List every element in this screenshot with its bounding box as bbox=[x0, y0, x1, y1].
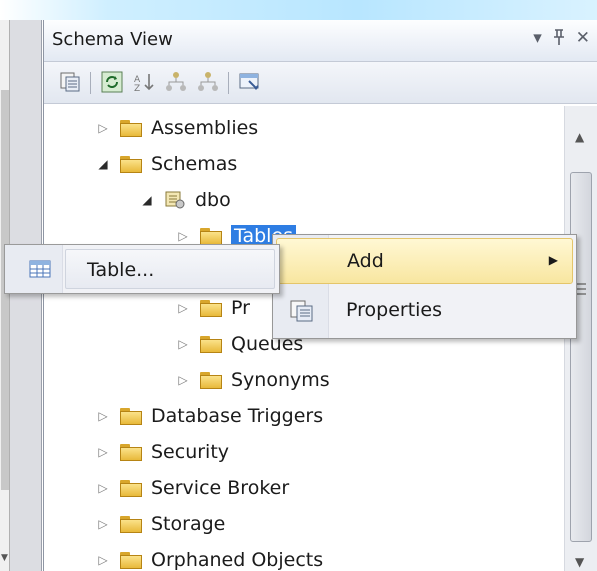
table-icon bbox=[29, 259, 51, 279]
menu-item-label: Properties bbox=[346, 299, 443, 321]
scroll-down-arrow-icon[interactable]: ▼ bbox=[1, 553, 8, 563]
folder-icon bbox=[120, 155, 142, 173]
sort-icon[interactable]: AZ bbox=[132, 70, 156, 94]
tree-item-service-broker[interactable]: ▷ Service Broker bbox=[94, 470, 289, 506]
tree-item-label: Orphaned Objects bbox=[151, 549, 324, 571]
tree-item-synonyms[interactable]: ▷ Synonyms bbox=[174, 362, 330, 398]
context-menu-item-properties[interactable]: Properties bbox=[276, 288, 573, 334]
expand-arrow-icon[interactable]: ▷ bbox=[94, 517, 112, 531]
close-icon[interactable]: ✕ bbox=[576, 28, 590, 51]
tree-item-label: Assemblies bbox=[151, 117, 259, 139]
expand-arrow-icon[interactable]: ▷ bbox=[174, 373, 192, 387]
schema-icon-1[interactable] bbox=[164, 70, 188, 94]
expand-arrow-icon[interactable]: ▷ bbox=[94, 481, 112, 495]
refresh-icon[interactable] bbox=[100, 70, 124, 94]
tree-item-label: Synonyms bbox=[231, 369, 330, 391]
menu-item-label: Add bbox=[347, 250, 384, 272]
expand-arrow-icon[interactable]: ▷ bbox=[94, 409, 112, 423]
tree-item-storage[interactable]: ▷ Storage bbox=[94, 506, 225, 542]
left-scrollbar[interactable]: ▼ bbox=[0, 20, 10, 571]
folder-icon bbox=[200, 371, 222, 389]
folder-icon bbox=[120, 119, 142, 137]
expand-arrow-icon[interactable]: ▷ bbox=[94, 553, 112, 567]
folder-icon bbox=[200, 227, 222, 245]
scroll-down-arrow-icon[interactable]: ▼ bbox=[575, 555, 584, 569]
expand-arrow-icon[interactable]: ▷ bbox=[174, 337, 192, 351]
context-menu: Add ▶ Properties bbox=[272, 234, 577, 339]
panel-title: Schema View bbox=[52, 29, 173, 50]
tree-item-label: dbo bbox=[195, 189, 231, 211]
tree-item-label: Security bbox=[151, 441, 230, 463]
collapse-arrow-icon[interactable]: ◢ bbox=[138, 193, 156, 207]
panel-controls: ▾ ✕ bbox=[533, 28, 590, 51]
svg-text:Z: Z bbox=[134, 84, 140, 94]
folder-icon bbox=[120, 551, 142, 569]
toolbar-separator bbox=[90, 72, 91, 94]
folder-icon bbox=[120, 515, 142, 533]
expand-arrow-icon[interactable]: ▷ bbox=[94, 121, 112, 135]
folder-icon bbox=[120, 407, 142, 425]
tree-item-schemas[interactable]: ◢ Schemas bbox=[94, 146, 237, 182]
add-submenu: Table... bbox=[4, 244, 280, 294]
scrollbar-thumb[interactable] bbox=[570, 172, 592, 542]
folder-icon bbox=[120, 479, 142, 497]
tree-item-dbo[interactable]: ◢ dbo bbox=[138, 182, 231, 218]
expand-arrow-icon[interactable]: ▷ bbox=[174, 229, 192, 243]
pin-icon[interactable] bbox=[552, 28, 566, 51]
context-menu-item-add[interactable]: Add ▶ bbox=[276, 238, 573, 284]
folder-icon bbox=[120, 443, 142, 461]
tree-item-security[interactable]: ▷ Security bbox=[94, 434, 229, 470]
panel-toolbar: AZ bbox=[44, 62, 597, 104]
collapse-arrow-icon[interactable]: ◢ bbox=[94, 157, 112, 171]
tree-item-label: Database Triggers bbox=[151, 405, 324, 427]
properties-icon[interactable] bbox=[58, 70, 82, 94]
folder-icon bbox=[200, 335, 222, 353]
expand-arrow-icon[interactable]: ▷ bbox=[174, 301, 192, 315]
tree-item-label: Pr bbox=[231, 297, 250, 319]
filter-icon[interactable] bbox=[238, 70, 262, 94]
submenu-item-table[interactable]: Table... bbox=[87, 259, 154, 281]
dropdown-icon[interactable]: ▾ bbox=[533, 28, 542, 51]
tree-item-label: Schemas bbox=[151, 153, 238, 175]
schema-icon-2[interactable] bbox=[196, 70, 220, 94]
tree-item-label: Service Broker bbox=[151, 477, 290, 499]
tree-item-programmability[interactable]: ▷ Pr bbox=[174, 290, 250, 326]
tree-item-orphaned-objects[interactable]: ▷ Orphaned Objects bbox=[94, 542, 323, 571]
expand-arrow-icon[interactable]: ▷ bbox=[94, 445, 112, 459]
folder-icon bbox=[200, 299, 222, 317]
toolbar-separator bbox=[228, 72, 229, 94]
top-strip bbox=[0, 0, 597, 20]
properties-icon bbox=[289, 298, 315, 324]
panel-titlebar: Schema View ▾ ✕ bbox=[44, 20, 597, 62]
submenu-arrow-icon: ▶ bbox=[548, 253, 558, 267]
scroll-up-arrow-icon[interactable]: ▲ bbox=[575, 130, 584, 144]
tree-item-assemblies[interactable]: ▷ Assemblies bbox=[94, 110, 258, 146]
schema-db-icon bbox=[164, 190, 186, 210]
tree-item-label: Storage bbox=[151, 513, 226, 535]
tree-item-database-triggers[interactable]: ▷ Database Triggers bbox=[94, 398, 323, 434]
screen: ▼ Schema View ▾ ✕ AZ ▷ Assemblies ◢ Sche… bbox=[0, 0, 597, 571]
